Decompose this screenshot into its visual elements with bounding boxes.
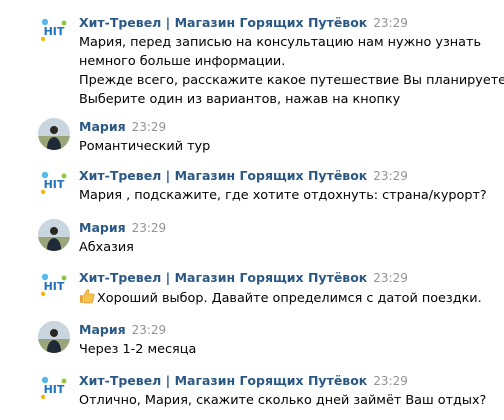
user-avatar[interactable] xyxy=(38,321,70,353)
hit-travel-avatar[interactable]: HIT xyxy=(38,372,70,404)
message-text: Прежде всего, расскажите какое путешеств… xyxy=(79,73,504,88)
message-text: Мария , подскажите, где хотите отдохнуть… xyxy=(79,188,487,203)
sender-name[interactable]: Мария xyxy=(79,322,126,337)
message-text-row: Хороший выбор. Давайте определимся с дат… xyxy=(79,288,482,310)
logo-text: HIT xyxy=(44,178,65,191)
sender-name[interactable]: Хит-Тревел | Магазин Горящих Путёвок xyxy=(79,15,367,30)
message-text: Выберите один из вариантов, нажав на кно… xyxy=(79,92,401,107)
sender-name[interactable]: Хит-Тревел | Магазин Горящих Путёвок xyxy=(79,270,367,285)
user-avatar[interactable] xyxy=(38,118,70,150)
timestamp[interactable]: 23:29 xyxy=(132,323,167,337)
message-text: Мария, перед записью на консультацию нам… xyxy=(79,35,481,50)
message-text: немного больше информации. xyxy=(79,54,286,69)
logo-text: HIT xyxy=(44,383,65,396)
message-text: Романтический тур xyxy=(79,139,211,154)
hit-travel-avatar[interactable]: HIT xyxy=(38,14,70,46)
sender-name[interactable]: Мария xyxy=(79,220,126,235)
thumbs-up-icon xyxy=(79,288,95,310)
timestamp[interactable]: 23:29 xyxy=(373,374,408,388)
hit-travel-avatar[interactable]: HIT xyxy=(38,269,70,301)
timestamp[interactable]: 23:29 xyxy=(373,16,408,30)
sender-name[interactable]: Хит-Тревел | Магазин Горящих Путёвок xyxy=(79,168,367,183)
sender-name[interactable]: Мария xyxy=(79,119,126,134)
message-text: Через 1-2 месяца xyxy=(79,342,197,357)
message-text: Абхазия xyxy=(79,240,134,255)
message-text: Хороший выбор. Давайте определимся с дат… xyxy=(97,291,482,306)
logo-text: HIT xyxy=(44,25,65,38)
message-text: Отлично, Мария, скажите сколько дней зай… xyxy=(79,393,487,408)
timestamp[interactable]: 23:29 xyxy=(373,169,408,183)
timestamp[interactable]: 23:29 xyxy=(132,120,167,134)
timestamp[interactable]: 23:29 xyxy=(373,271,408,285)
logo-text: HIT xyxy=(44,280,65,293)
timestamp[interactable]: 23:29 xyxy=(132,221,167,235)
user-avatar[interactable] xyxy=(38,219,70,251)
hit-travel-avatar[interactable]: HIT xyxy=(38,167,70,199)
sender-name[interactable]: Хит-Тревел | Магазин Горящих Путёвок xyxy=(79,373,367,388)
